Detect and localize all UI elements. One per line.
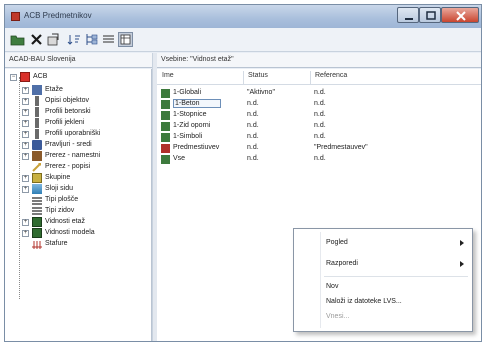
visibility-icon [161, 100, 170, 109]
sort-icon [67, 35, 80, 45]
new-folder-button[interactable] [10, 32, 25, 47]
visibility-icon [161, 144, 170, 153]
table-row[interactable]: Vse n.d. n.d. [161, 154, 461, 165]
model-visibility-icon [32, 228, 42, 238]
tree-expand-toggle[interactable]: + [22, 109, 29, 116]
tree-expand-toggle[interactable]: + [22, 219, 29, 226]
visibility-icon [161, 133, 170, 142]
steel-profile-icon [35, 118, 39, 128]
layers-icon [32, 184, 42, 194]
menu-item-insert: Vnesi... [326, 313, 350, 320]
wall-types-icon [32, 206, 42, 216]
tree-expand-toggle[interactable]: + [22, 153, 29, 160]
menu-item-load-from-file[interactable]: Naloži iz datoteke LVS... [326, 298, 402, 305]
sort-button[interactable] [67, 32, 82, 47]
header-divider [157, 84, 481, 85]
visibility-icon [161, 111, 170, 120]
detail-view-icon [120, 34, 131, 45]
slab-types-icon [32, 195, 42, 205]
detail-view-button[interactable] [118, 32, 133, 47]
tree-expand-toggle[interactable]: + [22, 175, 29, 182]
tree-expand-toggle[interactable]: + [22, 131, 29, 138]
app-window: ACB Predmetnikov ACAD-BAU Slovenija Vseb… [4, 4, 482, 342]
column-separator[interactable] [310, 71, 311, 84]
left-pane-header: ACAD-BAU Slovenija [5, 53, 152, 68]
section-middle-icon [32, 140, 42, 150]
tree-guide-line [19, 77, 20, 299]
tree-root-label: ACB [33, 73, 48, 80]
title-bar[interactable]: ACB Predmetnikov [5, 5, 481, 28]
acb-logo-icon [20, 72, 30, 82]
menu-item-new[interactable]: Nov [326, 283, 338, 290]
tree-expand-toggle[interactable]: + [22, 120, 29, 127]
close-icon [456, 11, 466, 21]
close-button[interactable] [441, 7, 479, 23]
rename-field[interactable]: 1-Beton [173, 99, 221, 108]
submenu-arrow-icon [460, 240, 464, 246]
menu-separator [324, 276, 468, 277]
visibility-icon [161, 155, 170, 164]
right-pane-header: Vsebine: "Vidnost etaž" [157, 53, 481, 68]
menu-item-arrange[interactable]: Razporedi [326, 260, 358, 267]
app-icon [11, 12, 20, 21]
concrete-profile-icon [35, 107, 39, 117]
column-header-name[interactable]: Ime [162, 72, 174, 84]
table-row[interactable]: 1-Globali "Aktivno" n.d. [161, 88, 461, 99]
user-profile-icon [35, 129, 39, 139]
section-list-icon [32, 162, 42, 172]
objects-icon [35, 96, 39, 106]
delete-button[interactable] [29, 32, 44, 47]
submenu-arrow-icon [460, 261, 464, 267]
maximize-icon [426, 11, 436, 20]
section-placement-icon [32, 151, 42, 161]
table-row[interactable]: 1-Beton n.d. n.d. [161, 99, 461, 110]
toolbar [5, 28, 481, 52]
minimize-button[interactable] [397, 7, 419, 23]
context-menu: Pogled Razporedi Nov Naloži iz datoteke … [293, 228, 473, 332]
table-row[interactable]: 1-Simboli n.d. n.d. [161, 132, 461, 143]
delete-icon [31, 34, 42, 45]
hierarchy-icon [86, 34, 98, 45]
table-row[interactable]: 1-Stopnice n.d. n.d. [161, 110, 461, 121]
properties-icon [47, 33, 59, 46]
column-header-status[interactable]: Status [248, 72, 268, 84]
tree-expand-toggle[interactable]: + [22, 186, 29, 193]
column-separator[interactable] [243, 71, 244, 84]
table-row[interactable]: Predmestiuvev n.d. "Predmestauvev" [161, 143, 461, 154]
tree-view[interactable]: − ACB + Etaže + Opisi objektov + Profili… [5, 69, 152, 341]
visibility-icon [161, 122, 170, 131]
hierarchy-button[interactable] [84, 32, 99, 47]
floor-visibility-icon [32, 217, 42, 227]
tree-expand-toggle[interactable]: + [22, 142, 29, 149]
root-collapse-toggle[interactable]: − [10, 74, 17, 81]
visibility-icon [161, 89, 170, 98]
window-title: ACB Predmetnikov [24, 11, 92, 20]
table-row[interactable]: 1-Zid oporni n.d. n.d. [161, 121, 461, 132]
maximize-button[interactable] [419, 7, 441, 23]
properties-button[interactable] [46, 32, 61, 47]
groups-icon [32, 173, 42, 183]
tree-expand-toggle[interactable]: + [22, 230, 29, 237]
tree-expand-toggle[interactable]: + [22, 87, 29, 94]
list-view-button[interactable] [101, 32, 116, 47]
minimize-icon [405, 18, 413, 20]
menu-item-view[interactable]: Pogled [326, 239, 348, 246]
column-header-reference[interactable]: Referenca [315, 72, 347, 84]
hatch-icon [32, 239, 42, 249]
floors-icon [32, 85, 42, 95]
folder-icon [10, 35, 25, 46]
list-view-icon [103, 35, 114, 43]
menu-icon-gutter [320, 232, 321, 328]
tree-expand-toggle[interactable]: + [22, 98, 29, 105]
